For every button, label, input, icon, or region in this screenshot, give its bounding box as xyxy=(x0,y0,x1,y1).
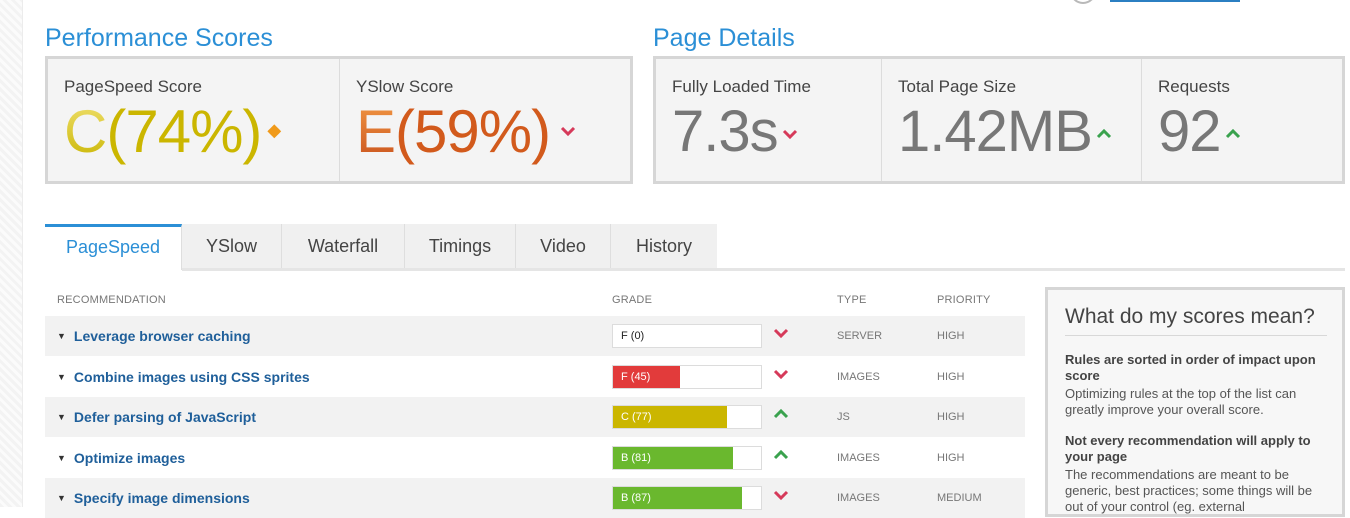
pagespeed-percent: (74%) xyxy=(106,98,262,165)
caret-down-icon: ▼ xyxy=(57,412,66,422)
priority-header: PRIORITY xyxy=(937,294,991,306)
type-cell: IMAGES xyxy=(837,492,880,504)
scores-explanation-title: What do my scores mean? xyxy=(1065,305,1315,328)
yslow-grade: E xyxy=(356,98,396,165)
fully-loaded-label: Fully Loaded Time xyxy=(672,77,811,96)
requests-card: Requests 92 xyxy=(1142,59,1342,181)
priority-cell: HIGH xyxy=(937,330,965,342)
chevron-down-icon xyxy=(773,488,789,505)
type-cell: IMAGES xyxy=(837,452,880,464)
explanation-heading-1: Rules are sorted in order of impact upon… xyxy=(1065,352,1316,383)
chevron-down-icon xyxy=(782,123,798,143)
total-page-size-number: 1.42MB xyxy=(898,99,1093,164)
caret-down-icon: ▼ xyxy=(57,331,66,341)
grade-bar: F (45) xyxy=(612,365,762,389)
grade-label: F (45) xyxy=(621,371,651,383)
yslow-percent: (59%) xyxy=(395,98,551,165)
scores-explanation-box: What do my scores mean? Rules are sorted… xyxy=(1045,287,1345,517)
tab-waterfall[interactable]: Waterfall xyxy=(282,224,405,269)
type-cell: IMAGES xyxy=(837,371,880,383)
tab-history[interactable]: History xyxy=(611,224,717,269)
tab-video[interactable]: Video xyxy=(516,224,611,269)
yslow-score-label: YSlow Score xyxy=(356,77,454,96)
grade-label: C (77) xyxy=(621,411,652,423)
diamond-icon: ◆ xyxy=(267,120,281,141)
left-gutter xyxy=(0,0,23,507)
priority-cell: HIGH xyxy=(937,371,965,383)
type-cell: JS xyxy=(837,411,850,423)
caret-down-icon: ▼ xyxy=(57,453,66,463)
yslow-score-card: YSlow Score E(59%) xyxy=(340,59,630,181)
chevron-down-icon xyxy=(773,367,789,384)
page-details-title: Page Details xyxy=(653,24,795,52)
chevron-up-icon xyxy=(1225,123,1241,143)
chevron-up-icon xyxy=(773,407,789,424)
grade-bar: B (87) xyxy=(612,486,762,510)
priority-cell: HIGH xyxy=(937,411,965,423)
pagespeed-score-card: PageSpeed Score C(74%) ◆ xyxy=(48,59,340,181)
total-page-size-label: Total Page Size xyxy=(898,77,1017,96)
grade-bar: C (77) xyxy=(612,405,762,429)
requests-label: Requests xyxy=(1158,77,1230,96)
table-row[interactable]: ▼ Defer parsing of JavaScript C (77) JS H… xyxy=(45,397,1025,437)
grade-label: B (81) xyxy=(621,452,651,464)
total-page-size-value: 1.42MB xyxy=(898,97,1112,180)
fully-loaded-number: 7.3s xyxy=(672,99,779,164)
tab-divider xyxy=(182,268,1345,271)
recommendation-name[interactable]: ▼ Defer parsing of JavaScript xyxy=(57,409,256,425)
explanation-text-1: Optimizing rules at the top of the list … xyxy=(1065,386,1297,417)
recommendation-text: Optimize images xyxy=(73,450,186,466)
requests-number: 92 xyxy=(1158,99,1222,164)
pagespeed-score-value: C(74%) ◆ xyxy=(64,97,281,171)
type-header: TYPE xyxy=(837,294,867,306)
chevron-up-icon xyxy=(1096,123,1112,143)
explanation-text-2: The recommendations are meant to be gene… xyxy=(1065,467,1313,514)
explanation-heading-2: Not every recommendation will apply to y… xyxy=(1065,433,1311,464)
grade-label: B (87) xyxy=(621,492,651,504)
pagespeed-grade: C xyxy=(64,98,107,165)
caret-down-icon: ▼ xyxy=(57,493,66,503)
chevron-down-icon xyxy=(556,120,576,140)
recommendation-header: RECOMMENDATION xyxy=(57,294,166,306)
recommendation-text: Specify image dimensions xyxy=(73,490,250,506)
type-cell: SERVER xyxy=(837,330,883,342)
caret-down-icon: ▼ xyxy=(57,372,66,382)
grade-label: F (0) xyxy=(621,330,645,342)
performance-scores-panel: PageSpeed Score C(74%) ◆ YSlow Score E(59… xyxy=(45,56,633,184)
report-tabs: PageSpeed YSlow Waterfall Timings Video … xyxy=(45,224,717,270)
yslow-score-value: E(59%) xyxy=(356,97,576,171)
fully-loaded-card: Fully Loaded Time 7.3s xyxy=(656,59,882,181)
top-link-underline[interactable] xyxy=(1110,0,1240,2)
performance-scores-title: Performance Scores xyxy=(45,24,273,52)
recommendation-name[interactable]: ▼ Combine images using CSS sprites xyxy=(57,369,310,385)
table-row[interactable]: ▼ Optimize images B (81) IMAGES HIGH xyxy=(45,438,1025,478)
page-details-panel: Fully Loaded Time 7.3s Total Page Size 1… xyxy=(653,56,1345,184)
table-row[interactable]: ▼ Specify image dimensions B (87) IMAGES … xyxy=(45,478,1025,518)
tab-timings[interactable]: Timings xyxy=(405,224,516,269)
grade-bar: B (81) xyxy=(612,446,762,470)
top-link[interactable] xyxy=(1070,0,1240,4)
recommendation-name[interactable]: ▼ Optimize images xyxy=(57,450,185,466)
tab-pagespeed[interactable]: PageSpeed xyxy=(45,224,182,270)
total-page-size-card: Total Page Size 1.42MB xyxy=(882,59,1142,181)
recommendation-text: Combine images using CSS sprites xyxy=(73,369,310,385)
grade-header: GRADE xyxy=(612,294,653,306)
grade-bar: F (0) xyxy=(612,324,762,348)
table-row[interactable]: ▼ Leverage browser caching F (0) SERVER H… xyxy=(45,316,1025,356)
pagespeed-score-label: PageSpeed Score xyxy=(64,77,202,96)
priority-cell: MEDIUM xyxy=(937,492,982,504)
fully-loaded-value: 7.3s xyxy=(672,97,798,180)
requests-value: 92 xyxy=(1158,97,1241,180)
chevron-down-icon xyxy=(773,326,789,343)
globe-icon xyxy=(1070,0,1096,4)
recommendation-text: Leverage browser caching xyxy=(73,328,251,344)
recommendation-name[interactable]: ▼ Specify image dimensions xyxy=(57,490,250,506)
tab-yslow[interactable]: YSlow xyxy=(182,224,282,269)
chevron-up-icon xyxy=(773,448,789,465)
table-row[interactable]: ▼ Combine images using CSS sprites F (45)… xyxy=(45,357,1025,397)
priority-cell: HIGH xyxy=(937,452,965,464)
scores-explanation-divider xyxy=(1065,335,1327,336)
recommendation-text: Defer parsing of JavaScript xyxy=(73,409,256,425)
recommendation-name[interactable]: ▼ Leverage browser caching xyxy=(57,328,251,344)
